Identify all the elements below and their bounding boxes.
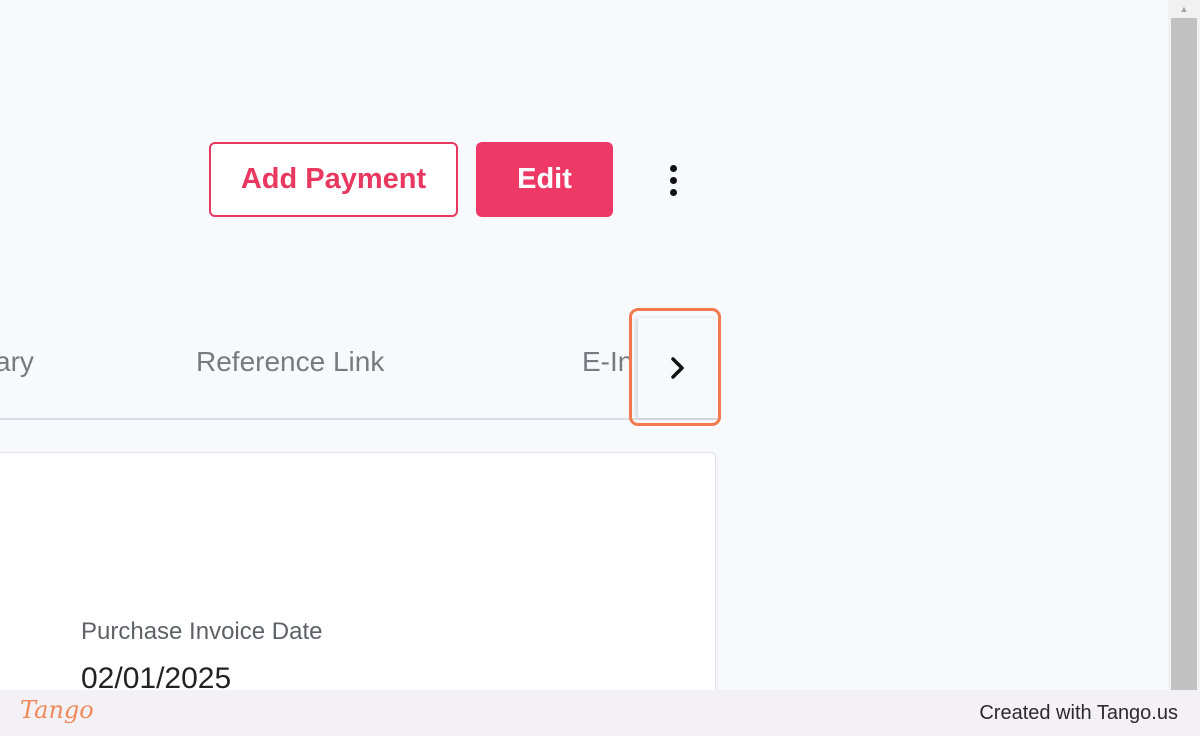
- scrollbar-thumb[interactable]: [1171, 18, 1197, 690]
- scroll-up-icon[interactable]: ▲: [1168, 0, 1200, 18]
- add-payment-button[interactable]: Add Payment: [209, 142, 458, 217]
- tango-logo: Tango: [20, 696, 94, 724]
- kebab-dot: [669, 176, 677, 184]
- kebab-dot: [669, 188, 677, 196]
- main-view: Add Payment Edit ary Reference Link E-In…: [0, 0, 1168, 690]
- tab-e-invoice[interactable]: E-In: [582, 346, 633, 378]
- edit-button[interactable]: Edit: [476, 142, 613, 217]
- purchase-invoice-date-label: Purchase Invoice Date: [81, 618, 323, 645]
- purchase-invoice-date-value: 02/01/2025: [81, 662, 232, 690]
- more-options-icon[interactable]: [656, 158, 690, 202]
- created-with-credit[interactable]: Created with Tango.us: [979, 702, 1178, 725]
- click-highlight: [629, 308, 721, 426]
- invoice-details-card: [0, 452, 716, 690]
- vertical-scrollbar[interactable]: ▲: [1168, 0, 1200, 690]
- tab-reference-link[interactable]: Reference Link: [196, 346, 384, 378]
- tab-bar: ary Reference Link E-In: [0, 318, 718, 420]
- tab-summary[interactable]: ary: [0, 346, 34, 378]
- tab-list: ary Reference Link E-In: [0, 318, 638, 418]
- tango-footer: Tango Created with Tango.us: [0, 690, 1200, 736]
- kebab-dot: [669, 164, 677, 172]
